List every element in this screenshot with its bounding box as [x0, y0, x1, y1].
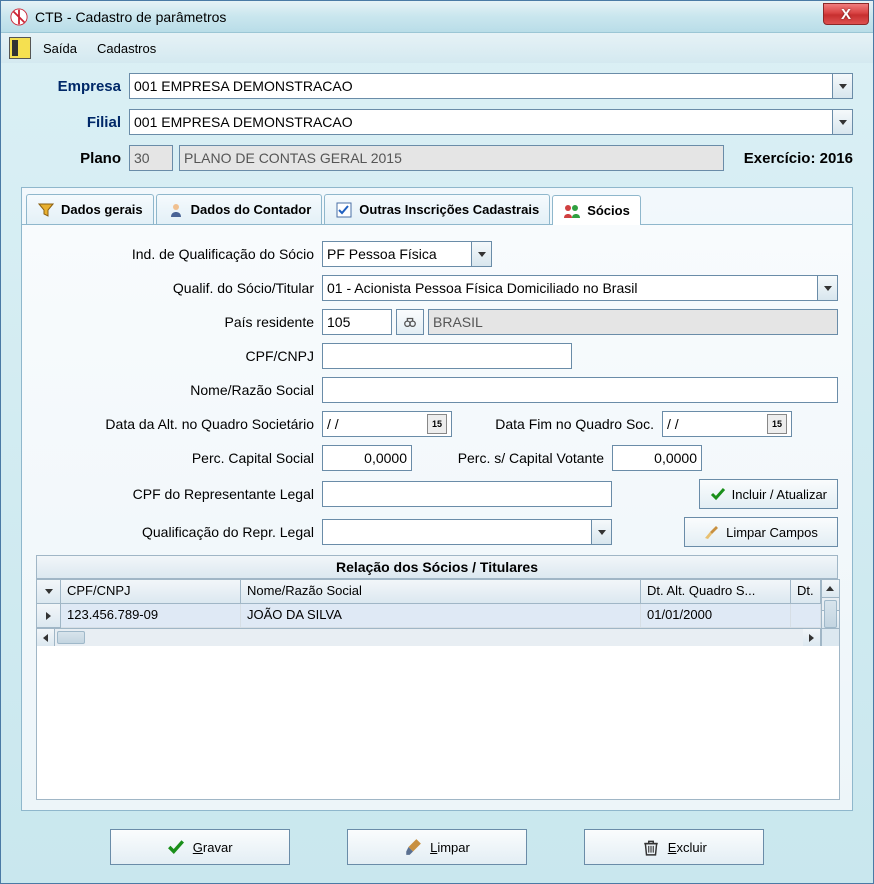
cell-cpf: 123.456.789-09: [61, 604, 241, 628]
trash-icon: [642, 838, 660, 856]
cpf-repr-input[interactable]: [322, 481, 612, 507]
chevron-down-icon[interactable]: [471, 242, 491, 266]
data-fim-input[interactable]: / / 15: [662, 411, 792, 437]
app-icon: [9, 7, 29, 27]
nome-input[interactable]: [322, 377, 838, 403]
grid-vscrollbar[interactable]: [821, 580, 839, 628]
search-pais-button[interactable]: [396, 309, 424, 335]
tabs-panel: Dados gerais Dados do Contador Outras In…: [21, 187, 853, 811]
ind-qualif-label: Ind. de Qualificação do Sócio: [36, 246, 322, 262]
chevron-down-icon[interactable]: [817, 276, 837, 300]
scroll-left-icon[interactable]: [37, 629, 55, 646]
check-icon: [167, 838, 185, 856]
filial-combo[interactable]: 001 EMPRESA DEMONSTRACAO: [129, 109, 853, 135]
perc-cap-label: Perc. Capital Social: [36, 450, 322, 466]
qualif-socio-combo[interactable]: 01 - Acionista Pessoa Física Domiciliado…: [322, 275, 838, 301]
scroll-up-icon[interactable]: [822, 580, 839, 598]
cpf-input[interactable]: [322, 343, 572, 369]
table-row[interactable]: 123.456.789-09 JOÃO DA SILVA 01/01/2000: [37, 604, 821, 628]
filial-value: 001 EMPRESA DEMONSTRACAO: [130, 114, 832, 130]
qualif-repr-combo[interactable]: [322, 519, 612, 545]
limpar-button[interactable]: Limpar: [347, 829, 527, 865]
empresa-value: 001 EMPRESA DEMONSTRACAO: [130, 78, 832, 94]
plano-desc[interactable]: [179, 145, 724, 171]
filial-label: Filial: [21, 114, 129, 131]
brush-icon: [404, 838, 422, 856]
exercicio-label: Exercício: 2016: [744, 150, 853, 167]
tab-dados-contador[interactable]: Dados do Contador: [156, 194, 323, 224]
content-area: Empresa 001 EMPRESA DEMONSTRACAO Filial …: [1, 63, 873, 883]
check-icon: [710, 486, 726, 502]
tab-outras-inscricoes[interactable]: Outras Inscrições Cadastrais: [324, 194, 550, 224]
window-title: CTB - Cadastro de parâmetros: [35, 9, 226, 25]
pais-code-input[interactable]: [322, 309, 392, 335]
qualif-repr-label: Qualificação do Repr. Legal: [36, 524, 322, 540]
data-alt-label: Data da Alt. no Quadro Societário: [36, 416, 322, 432]
pais-name: [428, 309, 838, 335]
scroll-right-icon[interactable]: [803, 629, 821, 646]
limpar-campos-button[interactable]: Limpar Campos: [684, 517, 838, 547]
tab-socios[interactable]: Sócios: [552, 195, 641, 225]
perc-vot-label: Perc. s/ Capital Votante: [412, 450, 612, 466]
col-cpf[interactable]: CPF/CNPJ: [61, 580, 241, 604]
empresa-combo[interactable]: 001 EMPRESA DEMONSTRACAO: [129, 73, 853, 99]
chevron-down-icon[interactable]: [591, 520, 611, 544]
pais-label: País residente: [36, 314, 322, 330]
app-window: CTB - Cadastro de parâmetros X Saída Cad…: [0, 0, 874, 884]
cpf-label: CPF/CNPJ: [36, 348, 322, 364]
cpf-repr-label: CPF do Representante Legal: [36, 486, 322, 502]
cell-dt-alt: 01/01/2000: [641, 604, 791, 628]
perc-vot-input[interactable]: [612, 445, 702, 471]
people-icon: [563, 202, 581, 220]
data-alt-input[interactable]: / / 15: [322, 411, 452, 437]
calendar-icon[interactable]: 15: [767, 414, 787, 434]
gravar-button[interactable]: Gravar: [110, 829, 290, 865]
ind-qualif-combo[interactable]: PF Pessoa Física: [322, 241, 492, 267]
cell-nome: JOÃO DA SILVA: [241, 604, 641, 628]
plano-label: Plano: [21, 150, 129, 167]
close-button[interactable]: X: [823, 3, 869, 25]
grid-hscrollbar[interactable]: [37, 628, 839, 646]
grid-corner[interactable]: [37, 580, 61, 604]
funnel-icon: [37, 201, 55, 219]
broom-icon: [704, 524, 720, 540]
titlebar: CTB - Cadastro de parâmetros X: [1, 1, 873, 33]
tab-strip: Dados gerais Dados do Contador Outras In…: [22, 188, 852, 224]
menu-saida[interactable]: Saída: [39, 37, 93, 60]
col-dt[interactable]: Dt.: [791, 580, 821, 604]
tab-dados-gerais[interactable]: Dados gerais: [26, 194, 154, 224]
person-icon: [167, 201, 185, 219]
tab-body-socios: Ind. de Qualificação do Sócio PF Pessoa …: [22, 224, 852, 810]
grid-title: Relação dos Sócios / Titulares: [36, 555, 838, 579]
exit-icon[interactable]: [9, 37, 31, 59]
empresa-label: Empresa: [21, 78, 129, 95]
calendar-icon[interactable]: 15: [427, 414, 447, 434]
data-fim-label: Data Fim no Quadro Soc.: [452, 416, 662, 432]
incluir-atualizar-button[interactable]: Incluir / Atualizar: [699, 479, 838, 509]
menubar: Saída Cadastros: [1, 33, 873, 63]
footer-buttons: Gravar Limpar Excluir: [21, 825, 853, 869]
plano-code[interactable]: [129, 145, 173, 171]
col-nome[interactable]: Nome/Razão Social: [241, 580, 641, 604]
binoculars-icon: [403, 315, 417, 329]
nome-label: Nome/Razão Social: [36, 382, 322, 398]
socios-grid: CPF/CNPJ Nome/Razão Social Dt. Alt. Quad…: [36, 579, 840, 800]
col-dt-alt[interactable]: Dt. Alt. Quadro S...: [641, 580, 791, 604]
row-marker: [37, 604, 61, 628]
header-form: Empresa 001 EMPRESA DEMONSTRACAO Filial …: [21, 73, 853, 181]
chevron-down-icon[interactable]: [832, 74, 852, 98]
cell-dt: [791, 604, 821, 628]
excluir-button[interactable]: Excluir: [584, 829, 764, 865]
menu-cadastros[interactable]: Cadastros: [93, 37, 172, 60]
chevron-down-icon[interactable]: [832, 110, 852, 134]
perc-cap-input[interactable]: [322, 445, 412, 471]
qualif-socio-label: Qualif. do Sócio/Titular: [36, 280, 322, 296]
checkbox-icon: [335, 201, 353, 219]
